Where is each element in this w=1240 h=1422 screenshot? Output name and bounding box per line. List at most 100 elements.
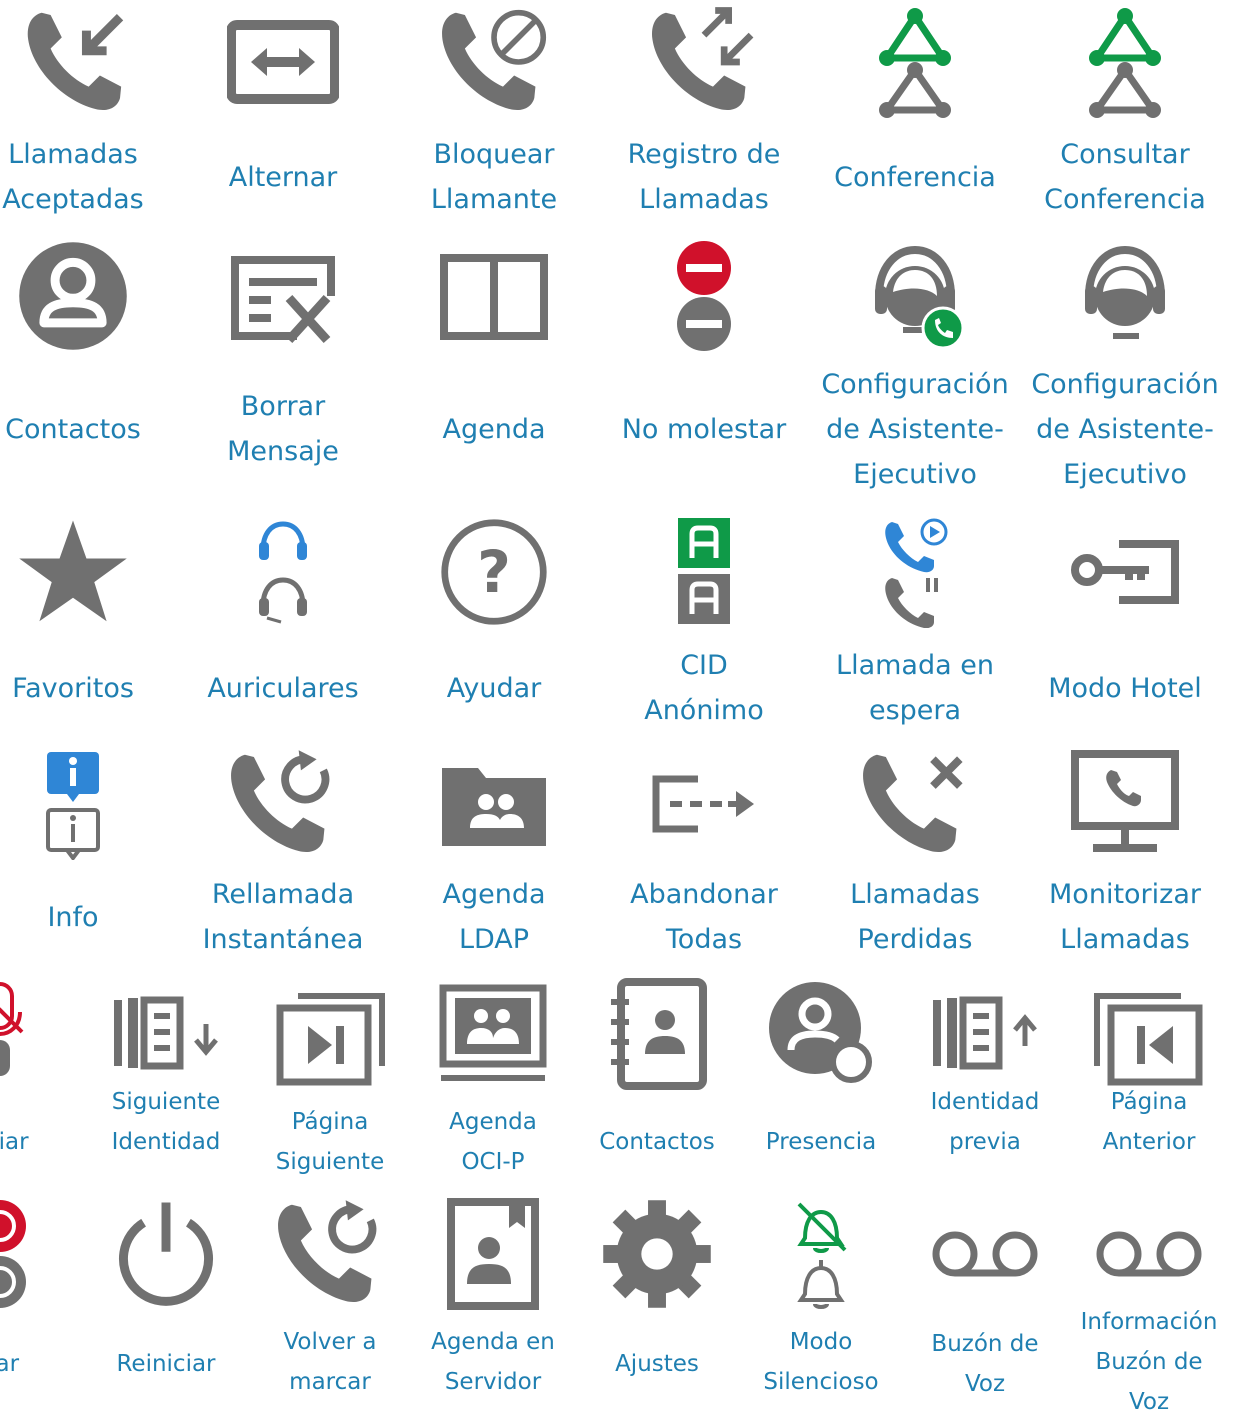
legend-label: Monitorizar Llamadas	[1049, 879, 1201, 955]
legend-label: Llamada en espera	[836, 650, 994, 726]
legend-item-conferencia: Conferencia	[834, 0, 996, 222]
legend-label: Registro de Llamadas	[627, 139, 781, 215]
monitor-call-icon	[1052, 746, 1198, 862]
contacts-icon	[0, 238, 146, 354]
legend-item-abandonar-todas: Abandonar Todas	[630, 742, 778, 964]
legend-label: Agenda en Servidor	[431, 1329, 555, 1395]
legend-item-alternar: Alternar	[210, 0, 356, 222]
legend-item-consultar-conferencia: Consultar Conferencia	[1044, 0, 1206, 222]
legend-item-config-asistente-ejecutivo-activo: Configuración de Asistente-Ejecutivo	[821, 234, 1009, 494]
ldap-folder-icon	[421, 746, 567, 862]
legend-label: Bloquear Llamante	[430, 139, 558, 215]
missed-call-icon	[842, 746, 988, 862]
legend-label: Volver a marcar	[283, 1329, 377, 1395]
legend-label: Configuración de Asistente-Ejecutivo	[1031, 368, 1219, 490]
block-caller-icon	[421, 4, 567, 120]
legend-label: CID Anónimo	[644, 650, 764, 726]
legend-item-modo-silencioso: Modo Silencioso	[763, 1196, 879, 1399]
leave-all-icon	[631, 746, 777, 862]
conference-icon	[842, 4, 988, 120]
mute-mic-icon	[0, 978, 56, 1090]
legend-item-informacion-buzon-de-voz: Información Buzón de Voz	[1081, 1196, 1217, 1415]
headset-icon	[210, 514, 356, 630]
hotel-key-icon	[1052, 514, 1198, 630]
legend-item-reiniciar: Reiniciar	[108, 1196, 224, 1399]
legend-item-ayudar: ? Ayudar	[421, 510, 567, 736]
legend-label: Rellamada Instantánea	[202, 879, 364, 955]
legend-label: Modo Silencioso	[763, 1329, 879, 1395]
legend-item-llamadas-aceptadas: Llamadas Aceptadas	[0, 0, 146, 222]
assistant-active-icon	[842, 238, 988, 354]
previous-identity-icon	[927, 978, 1043, 1090]
legend-label: Auriculares	[207, 672, 359, 704]
legend-label: Identidad previa	[930, 1089, 1040, 1155]
legend-item-favoritos: Favoritos	[0, 510, 146, 736]
legend-item-rellamada-instantanea: Rellamada Instantánea	[203, 742, 363, 964]
legend-label: Buzón de Voz	[931, 1331, 1039, 1397]
legend-label: Agenda	[442, 413, 546, 445]
legend-item-silenciar: nciar	[0, 976, 56, 1182]
legend-item-siguiente-identidad: Siguiente Identidad	[108, 976, 224, 1182]
gear-icon	[599, 1198, 715, 1310]
legend-label: Reiniciar	[116, 1351, 216, 1377]
legend-label: Presencia	[765, 1129, 877, 1155]
legend-label: Consultar Conferencia	[1044, 139, 1206, 215]
legend-item-config-asistente-ejecutivo: Configuración de Asistente-Ejecutivo	[1031, 234, 1219, 494]
server-directory-icon	[435, 1198, 551, 1310]
legend-label: Página Siguiente	[275, 1109, 385, 1175]
do-not-disturb-icon	[631, 238, 777, 354]
redial-icon	[272, 1198, 388, 1310]
legend-item-ajustes: Ajustes	[599, 1196, 715, 1399]
legend-label: Página Anterior	[1102, 1089, 1196, 1155]
legend-item-agenda: Agenda	[421, 234, 567, 494]
legend-item-bloquear-llamante: Bloquear Llamante	[421, 0, 567, 222]
star-icon	[0, 514, 146, 630]
next-page-icon	[272, 978, 388, 1090]
legend-item-llamadas-perdidas: Llamadas Perdidas	[842, 742, 988, 964]
legend-label: nciar	[0, 1129, 29, 1155]
voicemail-info-icon	[1091, 1198, 1207, 1310]
legend-label: Agenda OCI-P	[449, 1109, 537, 1175]
legend-label: Agenda LDAP	[442, 879, 546, 955]
power-icon	[108, 1198, 224, 1310]
legend-item-borrar-mensaje: Borrar Mensaje	[210, 234, 356, 494]
legend-item-monitorizar-llamadas: Monitorizar Llamadas	[1049, 742, 1201, 964]
legend-label: Info	[47, 901, 99, 933]
oci-directory-icon	[435, 978, 551, 1090]
legend-item-modo-hotel: Modo Hotel	[1048, 510, 1202, 736]
legend-item-cid-anonimo: CID Anónimo	[631, 510, 777, 736]
legend-item-agenda-en-servidor: Agenda en Servidor	[431, 1196, 555, 1399]
legend-item-registro-de-llamadas: Registro de Llamadas	[628, 0, 780, 222]
anonymous-cid-icon	[631, 514, 777, 630]
delete-message-icon	[210, 238, 356, 354]
legend-item-contactos-libreta: Contactos	[599, 976, 715, 1182]
assistant-icon	[1052, 238, 1198, 354]
legend-item-presencia: Presencia	[763, 976, 879, 1182]
instant-redial-icon	[210, 746, 356, 862]
legend-label: Siguiente Identidad	[111, 1089, 221, 1155]
legend-label: Modo Hotel	[1048, 672, 1202, 704]
legend-item-llamada-en-espera: Llamada en espera	[836, 510, 994, 736]
next-identity-icon	[108, 978, 224, 1090]
legend-label: Alternar	[228, 161, 338, 193]
help-icon: ?	[421, 514, 567, 630]
call-on-hold-icon	[842, 514, 988, 630]
legend-item-auriculares: Auriculares	[207, 510, 359, 736]
legend-label: Borrar Mensaje	[227, 391, 339, 467]
consult-conference-icon	[1052, 4, 1198, 120]
call-accepted-icon	[0, 4, 146, 120]
svg-text:?: ?	[477, 538, 511, 606]
silent-bell-icon	[763, 1198, 879, 1310]
legend-item-identidad-previa: Identidad previa	[927, 976, 1043, 1182]
legend-item-agenda-oci-p: Agenda OCI-P	[435, 976, 551, 1182]
info-icon	[0, 746, 146, 862]
legend-item-buzon-de-voz: Buzón de Voz	[927, 1196, 1043, 1399]
legend-label: Contactos	[5, 413, 141, 445]
legend-label: Llamadas Perdidas	[850, 879, 980, 955]
legend-label: Favoritos	[12, 672, 134, 704]
voicemail-icon	[927, 1198, 1043, 1310]
legend-label: Ajustes	[615, 1351, 699, 1377]
legend-label: Configuración de Asistente-Ejecutivo	[821, 368, 1009, 490]
call-log-icon	[631, 4, 777, 120]
icon-legend-page: { "rows": [ {"items": [ {"label": "Llama…	[0, 0, 1240, 1415]
